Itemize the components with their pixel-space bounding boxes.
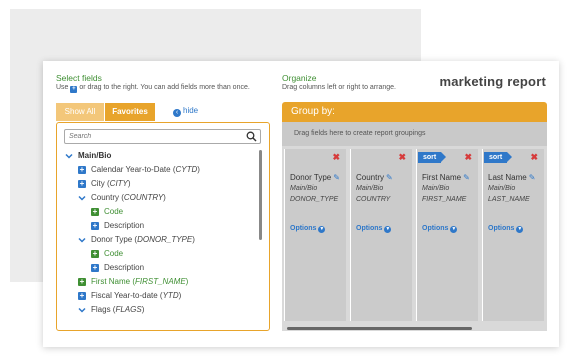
column-field-code: DONOR_TYPE (290, 196, 339, 203)
add-field-icon[interactable]: + (78, 278, 86, 286)
remove-column-icon[interactable]: ✖ (530, 152, 538, 163)
plus-icon: + (70, 86, 78, 93)
remove-column-icon[interactable]: ✖ (398, 152, 406, 163)
column-path: Main/Bio (488, 185, 516, 192)
add-field-icon[interactable]: + (91, 264, 99, 272)
chevron-left-icon: ‹ (173, 109, 181, 117)
tree-item-label: Code (104, 249, 124, 258)
column-name: Last Name ✎ (488, 173, 536, 182)
tree-item-label: Country (COUNTRY) (91, 193, 166, 202)
select-fields-title: Select fields (56, 73, 102, 83)
add-field-icon[interactable]: + (78, 292, 86, 300)
edit-pencil-icon[interactable]: ✎ (386, 173, 393, 182)
chevron-down-icon: ▼ (450, 226, 458, 233)
report-column[interactable]: ✖ Country ✎ Main/Bio COUNTRY Options ▼ (350, 149, 412, 321)
column-name: Country ✎ (356, 173, 393, 182)
hide-link[interactable]: ‹ hide (173, 106, 198, 117)
column-options-link[interactable]: Options ▼ (356, 225, 392, 233)
chevron-down-icon: ▼ (516, 226, 524, 233)
search-box (64, 129, 261, 144)
sort-badge[interactable]: sort (484, 152, 513, 163)
edit-pencil-icon[interactable]: ✎ (529, 173, 536, 182)
remove-column-icon[interactable]: ✖ (332, 152, 340, 163)
report-builder-panel: Select fields Use + or drag to the right… (43, 61, 559, 347)
hide-label: hide (183, 106, 199, 115)
edit-pencil-icon[interactable]: ✎ (333, 173, 340, 182)
field-tree-panel: Main/Bio + Calendar Year-to-Date (CYTD) + Ci… (56, 122, 270, 331)
column-path: Main/Bio (422, 185, 450, 192)
report-column[interactable]: sort ✖ Last Name ✎ Main/Bio LAST_NAME Options … (482, 149, 544, 321)
add-field-icon[interactable]: + (78, 166, 86, 174)
tree-item-label: Main/Bio (78, 151, 112, 160)
column-options-link[interactable]: Options ▼ (488, 225, 524, 233)
tree-item-label: Fiscal Year-to-date (YTD) (91, 291, 182, 300)
add-field-icon[interactable]: + (91, 222, 99, 230)
tree-item-label: Description (104, 221, 145, 230)
add-field-icon[interactable]: + (91, 208, 99, 216)
hint-text-before: Use (56, 84, 69, 91)
column-options-link[interactable]: Options ▼ (422, 225, 458, 233)
chevron-down-icon[interactable] (78, 306, 86, 314)
chevron-down-icon[interactable] (65, 152, 73, 160)
remove-column-icon[interactable]: ✖ (464, 152, 472, 163)
tab-favorites[interactable]: Favorites (105, 103, 155, 121)
chevron-down-icon[interactable] (78, 236, 86, 244)
add-field-icon[interactable]: + (91, 250, 99, 258)
tree-item-label: Donor Type (DONOR_TYPE) (91, 235, 195, 244)
field-tree: Main/Bio + Calendar Year-to-Date (CYTD) + Ci… (57, 150, 262, 330)
column-name: First Name ✎ (422, 173, 470, 182)
search-input[interactable] (69, 131, 239, 142)
group-by-header: Group by: (282, 102, 547, 122)
tree-item-label: Calendar Year-to-Date (CYTD) (91, 165, 200, 174)
column-path: Main/Bio (356, 185, 384, 192)
tree-scrollbar[interactable] (259, 150, 262, 240)
columns-scrollbar[interactable] (287, 327, 472, 330)
group-by-dropzone[interactable]: Drag fields here to create report groupi… (282, 122, 547, 146)
organize-title: Organize (282, 73, 317, 83)
chevron-down-icon[interactable] (78, 194, 86, 202)
report-column[interactable]: sort ✖ First Name ✎ Main/Bio FIRST_NAME Option… (416, 149, 478, 321)
search-icon[interactable] (246, 131, 257, 142)
tree-item-label: Code (104, 207, 124, 216)
column-options-link[interactable]: Options ▼ (290, 225, 326, 233)
columns-area: ✖ Donor Type ✎ Main/Bio DONOR_TYPE Options ▼ ✖… (282, 146, 547, 331)
chevron-down-icon: ▼ (384, 226, 392, 233)
tree-item-label: First Name (FIRST_NAME) (91, 277, 189, 286)
select-fields-hint: Use + or drag to the right. You can add … (56, 84, 250, 93)
tab-show-all[interactable]: Show All (56, 103, 104, 121)
hint-text-after: or drag to the right. You can add fields… (79, 84, 250, 91)
edit-pencil-icon[interactable]: ✎ (463, 173, 470, 182)
organize-hint: Drag columns left or right to arrange. (282, 84, 396, 91)
chevron-down-icon: ▼ (318, 226, 326, 233)
column-field-code: FIRST_NAME (422, 196, 467, 203)
report-title: marketing report (439, 74, 546, 89)
column-field-code: LAST_NAME (488, 196, 530, 203)
tree-item-label: Description (104, 263, 145, 272)
column-name: Donor Type ✎ (290, 173, 340, 182)
column-field-code: COUNTRY (356, 196, 391, 203)
column-path: Main/Bio (290, 185, 318, 192)
tree-item-label: Flags (FLAGS) (91, 305, 145, 314)
tree-item-label: City (CITY) (91, 179, 131, 188)
add-field-icon[interactable]: + (78, 180, 86, 188)
report-column[interactable]: ✖ Donor Type ✎ Main/Bio DONOR_TYPE Options ▼ (284, 149, 346, 321)
sort-badge[interactable]: sort (418, 152, 447, 163)
